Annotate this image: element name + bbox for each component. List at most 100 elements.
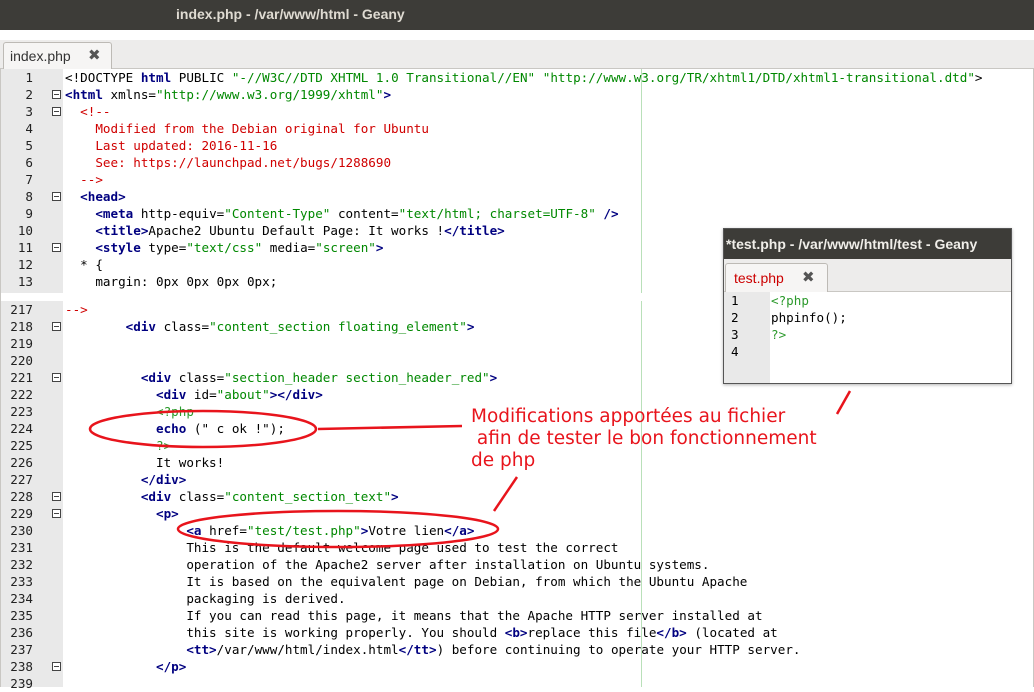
close-icon[interactable]: ✖ bbox=[802, 268, 815, 286]
code-line[interactable]: 232 operation of the Apache2 server afte… bbox=[1, 556, 1031, 573]
code-text: echo (" c ok !"); bbox=[65, 420, 285, 437]
tab-index-php[interactable]: index.php ✖ bbox=[3, 42, 112, 69]
line-number: 3 bbox=[731, 327, 739, 342]
line-number: 239 bbox=[10, 676, 33, 691]
popup-code-line[interactable]: 1 <?php bbox=[724, 292, 1011, 309]
line-number: 9 bbox=[25, 206, 33, 221]
code-line[interactable]: 238 </p> bbox=[1, 658, 1031, 675]
popup-code-line[interactable]: 4 bbox=[724, 343, 1011, 360]
code-token: Last updated: 2016-11-16 bbox=[65, 138, 278, 153]
fold-minus-icon[interactable] bbox=[52, 492, 61, 501]
code-text: <meta http-equiv="Content-Type" content=… bbox=[65, 205, 618, 222]
code-token: packaging is derived. bbox=[65, 591, 346, 606]
code-line[interactable]: 239 bbox=[1, 675, 1031, 692]
tab-test-php[interactable]: test.php ✖ bbox=[725, 263, 828, 292]
tab-label: test.php bbox=[734, 270, 784, 286]
code-text: <?php bbox=[771, 293, 809, 308]
code-token: "test/test.php" bbox=[246, 523, 361, 538]
code-line[interactable]: 222 <div id="about"></div> bbox=[1, 386, 1031, 403]
code-text: It works! bbox=[65, 454, 224, 471]
code-text: <div id="about"></div> bbox=[65, 386, 323, 403]
code-line[interactable]: 236 this site is working properly. You s… bbox=[1, 624, 1031, 641]
code-token: It works! bbox=[65, 455, 225, 470]
code-line[interactable]: 235 If you can read this page, it means … bbox=[1, 607, 1031, 624]
code-token: </title> bbox=[444, 223, 505, 238]
main-window-titlebar: index.php - /var/www/html - Geany bbox=[0, 0, 1034, 30]
main-tab-bar: index.php ✖ bbox=[0, 40, 1034, 69]
code-token: </tt> bbox=[398, 642, 437, 657]
code-token: <p> bbox=[65, 506, 179, 521]
code-line[interactable]: 227 </div> bbox=[1, 471, 1031, 488]
fold-minus-icon[interactable] bbox=[52, 90, 61, 99]
code-token: > bbox=[383, 87, 392, 102]
code-line[interactable]: 230 <a href="test/test.php">Votre lien</… bbox=[1, 522, 1031, 539]
line-number: 6 bbox=[25, 155, 33, 170]
code-line[interactable]: 7 --> bbox=[1, 171, 1031, 188]
code-text: ?> bbox=[771, 327, 787, 342]
fold-minus-icon[interactable] bbox=[52, 192, 61, 201]
code-token: <meta bbox=[65, 206, 141, 221]
code-token: > bbox=[974, 70, 983, 85]
code-token: "text/html; charset=UTF-8" bbox=[398, 206, 596, 221]
fold-minus-icon[interactable] bbox=[52, 509, 61, 518]
fold-minus-icon[interactable] bbox=[52, 243, 61, 252]
code-token: If you can read this page, it means that… bbox=[65, 608, 763, 623]
code-token: <div bbox=[65, 370, 179, 385]
close-icon[interactable]: ✖ bbox=[88, 46, 101, 64]
code-line[interactable]: 5 Last updated: 2016-11-16 bbox=[1, 137, 1031, 154]
test-php-window[interactable]: *test.php - /var/www/html/test - Geany t… bbox=[723, 228, 1012, 384]
code-text: See: https://launchpad.net/bugs/1288690 bbox=[65, 154, 391, 171]
code-line[interactable]: 231 This is the default welcome page use… bbox=[1, 539, 1031, 556]
code-text: <head> bbox=[65, 188, 126, 205]
code-line[interactable]: 4 Modified from the Debian original for … bbox=[1, 120, 1031, 137]
code-line[interactable]: 6 See: https://launchpad.net/bugs/128869… bbox=[1, 154, 1031, 171]
code-line[interactable]: 228 <div class="content_section_text"> bbox=[1, 488, 1031, 505]
code-text: It is based on the equivalent page on De… bbox=[65, 573, 747, 590]
code-text: <p> bbox=[65, 505, 179, 522]
code-token: "section_header section_header_red" bbox=[224, 370, 490, 385]
code-token: </b> bbox=[656, 625, 687, 640]
popup-window-titlebar: *test.php - /var/www/html/test - Geany bbox=[724, 229, 1011, 259]
line-number: 222 bbox=[10, 387, 33, 402]
fold-minus-icon[interactable] bbox=[52, 322, 61, 331]
code-text: <style type="text/css" media="screen"> bbox=[65, 239, 383, 256]
code-line[interactable]: 2 <html xmlns="http://www.w3.org/1999/xht… bbox=[1, 86, 1031, 103]
code-line[interactable]: 234 packaging is derived. bbox=[1, 590, 1031, 607]
popup-code-line[interactable]: 2 phpinfo(); bbox=[724, 309, 1011, 326]
code-token: replace this file bbox=[527, 625, 657, 640]
code-token: <tt> bbox=[65, 642, 217, 657]
code-line[interactable]: 8 <head> bbox=[1, 188, 1031, 205]
code-token: <!DOCTYPE bbox=[65, 70, 141, 85]
line-number: 2 bbox=[731, 310, 739, 325]
fold-minus-icon[interactable] bbox=[52, 662, 61, 671]
code-text: --> bbox=[65, 171, 103, 188]
code-text: <a href="test/test.php">Votre lien</a> bbox=[65, 522, 474, 539]
code-token: <b> bbox=[504, 625, 528, 640]
line-number: 11 bbox=[17, 240, 33, 255]
code-token: <head> bbox=[65, 189, 126, 204]
code-line[interactable]: 3 <!-- bbox=[1, 103, 1031, 120]
line-number: 229 bbox=[10, 506, 33, 521]
code-line[interactable]: 233 It is based on the equivalent page o… bbox=[1, 573, 1031, 590]
code-token: (located at bbox=[686, 625, 778, 640]
annotation-text: Modifications apportées au fichier afin … bbox=[471, 406, 817, 471]
line-number: 220 bbox=[10, 353, 33, 368]
code-token: class= bbox=[178, 370, 225, 385]
code-token: (" c ok !"); bbox=[186, 421, 285, 436]
popup-code-line[interactable]: 3 ?> bbox=[724, 326, 1011, 343]
fold-minus-icon[interactable] bbox=[52, 107, 61, 116]
line-number: 234 bbox=[10, 591, 33, 606]
code-token: echo bbox=[156, 421, 187, 436]
code-line[interactable]: 237 <tt>/var/www/html/index.html</tt>) b… bbox=[1, 641, 1031, 658]
line-number: 219 bbox=[10, 336, 33, 351]
code-text: packaging is derived. bbox=[65, 590, 346, 607]
code-line[interactable]: 9 <meta http-equiv="Content-Type" conten… bbox=[1, 205, 1031, 222]
code-line[interactable]: 229 <p> bbox=[1, 505, 1031, 522]
code-token: <a bbox=[65, 523, 210, 538]
line-number: 230 bbox=[10, 523, 33, 538]
line-number: 223 bbox=[10, 404, 33, 419]
fold-minus-icon[interactable] bbox=[52, 373, 61, 382]
code-token: this site is working properly. You shoul… bbox=[65, 625, 505, 640]
code-line[interactable]: 1 <!DOCTYPE html PUBLIC "-//W3C//DTD XHTM… bbox=[1, 69, 1031, 86]
code-token: Votre lien bbox=[368, 523, 445, 538]
